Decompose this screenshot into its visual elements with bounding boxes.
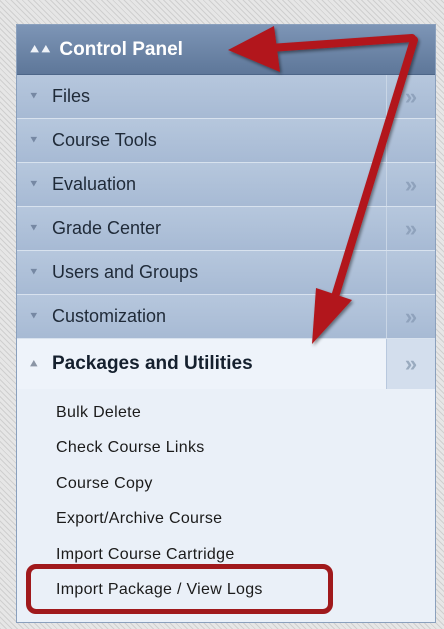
- menu-item-label: Files: [52, 86, 91, 106]
- menu-item-label: Customization: [52, 306, 167, 326]
- menu-item-packages-and-utilities[interactable]: ⯅ Packages and Utilities »: [17, 339, 435, 389]
- menu-item-course-tools[interactable]: ⯆ Course Tools: [17, 119, 435, 163]
- expand-arrow-icon[interactable]: »: [386, 207, 435, 250]
- double-chevron-down-icon: ⯆: [29, 177, 39, 191]
- highlight-box: [26, 564, 333, 614]
- submenu-item-export-archive-course[interactable]: Export/Archive Course: [17, 502, 435, 538]
- menu-item-evaluation[interactable]: ⯆ Evaluation »: [17, 163, 435, 207]
- submenu-item-course-copy[interactable]: Course Copy: [17, 466, 435, 502]
- menu-item-users-and-groups[interactable]: ⯆ Users and Groups: [17, 251, 435, 295]
- double-chevron-down-icon: ⯆: [29, 221, 39, 235]
- menu-item-label: Grade Center: [52, 218, 162, 238]
- menu-item-label: Evaluation: [52, 174, 137, 194]
- double-chevron-up-icon: ⯅⯅: [29, 41, 52, 57]
- control-panel-header[interactable]: ⯅⯅ Control Panel: [17, 25, 435, 75]
- menu-item-grade-center[interactable]: ⯆ Grade Center »: [17, 207, 435, 251]
- menu-item-label: Users and Groups: [52, 262, 199, 282]
- submenu-item-bulk-delete[interactable]: Bulk Delete: [17, 395, 435, 431]
- control-panel-title: Control Panel: [59, 38, 183, 60]
- double-chevron-up-icon: ⯅: [29, 356, 39, 371]
- menu-item-customization[interactable]: ⯆ Customization »: [17, 295, 435, 339]
- menu-item-label: Packages and Utilities: [52, 353, 253, 374]
- expand-arrow-icon[interactable]: »: [386, 339, 435, 389]
- double-chevron-down-icon: ⯆: [29, 89, 39, 103]
- menu-item-files[interactable]: ⯆ Files »: [17, 75, 435, 119]
- submenu-item-check-course-links[interactable]: Check Course Links: [17, 431, 435, 467]
- double-chevron-down-icon: ⯆: [29, 133, 39, 147]
- expand-arrow-icon[interactable]: »: [386, 75, 435, 118]
- control-panel: ⯅⯅ Control Panel ⯆ Files » ⯆ Course Tool…: [16, 24, 436, 623]
- expand-arrow-icon[interactable]: [386, 119, 435, 162]
- expand-arrow-icon[interactable]: »: [386, 295, 435, 338]
- expand-arrow-icon[interactable]: »: [386, 163, 435, 206]
- menu-item-label: Course Tools: [52, 130, 157, 150]
- expand-arrow-icon[interactable]: [386, 251, 435, 294]
- double-chevron-down-icon: ⯆: [29, 265, 39, 279]
- double-chevron-down-icon: ⯆: [29, 309, 39, 323]
